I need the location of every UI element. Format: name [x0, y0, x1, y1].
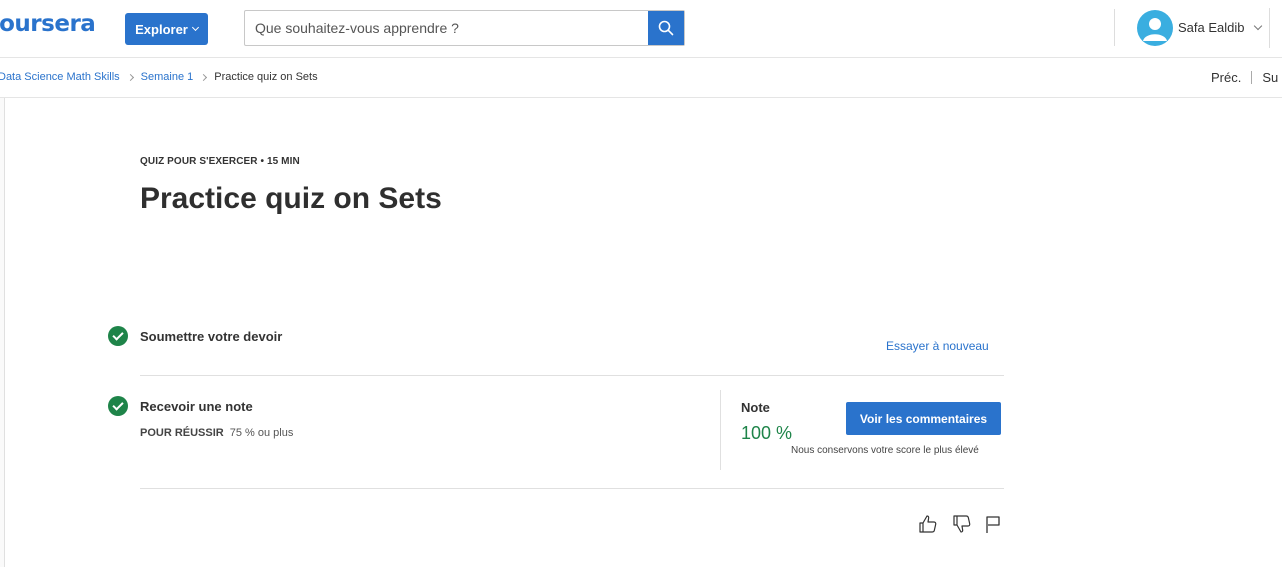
next-link[interactable]: Su: [1262, 70, 1278, 85]
pass-label: POUR RÉUSSIR: [140, 427, 224, 439]
breadcrumb-bar: Data Science Math Skills Semaine 1 Pract…: [0, 58, 1282, 98]
breadcrumb: Data Science Math Skills Semaine 1 Pract…: [0, 71, 318, 83]
divider: [140, 488, 1004, 489]
grade-label: Note: [741, 400, 770, 415]
breadcrumb-current: Practice quiz on Sets: [214, 71, 318, 83]
search-bar: [244, 10, 685, 46]
item-navigation: Préc. Su: [1211, 70, 1278, 85]
quiz-meta: QUIZ POUR S'EXERCER • 15 MIN: [140, 156, 300, 167]
flag-icon[interactable]: [983, 514, 1003, 534]
explore-button[interactable]: Explorer: [125, 13, 208, 45]
chevron-right-icon: [126, 73, 134, 81]
view-feedback-button[interactable]: Voir les commentaires: [846, 402, 1001, 435]
retry-link[interactable]: Essayer à nouveau: [886, 339, 989, 353]
breadcrumb-week[interactable]: Semaine 1: [141, 71, 194, 83]
check-circle-icon: [108, 326, 128, 346]
top-header: coursera Explorer Safa Ealdib: [0, 0, 1282, 58]
page-title: Practice quiz on Sets: [140, 182, 442, 215]
user-avatar-icon[interactable]: [1137, 10, 1173, 46]
step-submit-label: Soumettre votre devoir: [140, 329, 283, 344]
sidebar-edge: [0, 98, 5, 567]
coursera-logo[interactable]: coursera: [0, 11, 96, 37]
nav-divider: [1251, 71, 1253, 84]
grade-value: 100 %: [741, 423, 793, 443]
highest-score-note: Nous conservons votre score le plus élev…: [791, 445, 979, 456]
header-divider: [1114, 9, 1115, 46]
chevron-right-icon: [200, 73, 208, 81]
thumbs-down-icon[interactable]: [952, 514, 972, 534]
search-input[interactable]: [245, 11, 648, 45]
pass-requirement: POUR RÉUSSIR 75 % ou plus: [140, 427, 293, 439]
grade-divider: [720, 390, 721, 470]
header-divider-right: [1269, 8, 1270, 48]
check-circle-icon: [108, 396, 128, 416]
chevron-down-icon: [1253, 21, 1262, 30]
breadcrumb-course[interactable]: Data Science Math Skills: [0, 71, 120, 83]
search-button[interactable]: [648, 11, 684, 45]
previous-link[interactable]: Préc.: [1211, 70, 1241, 85]
chevron-down-icon: [191, 23, 199, 32]
user-name: Safa Ealdib: [1178, 20, 1245, 35]
explore-button-label: Explorer: [135, 21, 188, 37]
divider: [140, 375, 1004, 376]
search-icon: [658, 20, 674, 36]
pass-value: 75 % ou plus: [229, 427, 294, 439]
step-grade-label: Recevoir une note: [140, 399, 253, 414]
thumbs-up-icon[interactable]: [918, 514, 938, 534]
user-menu[interactable]: Safa Ealdib: [1178, 20, 1262, 35]
